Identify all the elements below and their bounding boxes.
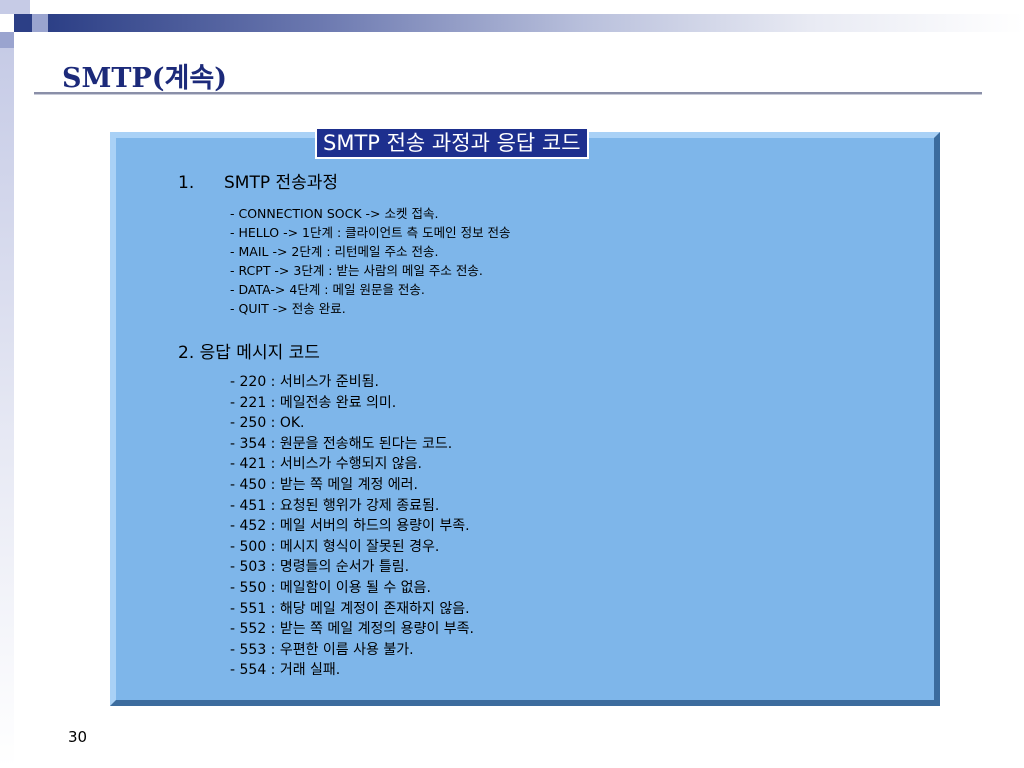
list-item: - 451 : 요청된 행위가 강제 종료됨. <box>230 497 440 514</box>
section2-heading: 2. 응답 메시지 코드 <box>178 343 320 363</box>
list-item: - CONNECTION SOCK -> 소켓 접속. <box>230 206 439 221</box>
panel-header: SMTP 전송 과정과 응답 코드 <box>315 127 589 159</box>
smtp-steps-list: - CONNECTION SOCK -> 소켓 접속. - HELLO -> 1… <box>230 204 511 318</box>
list-item: - 500 : 메시지 형식이 잘못된 경우. <box>230 538 440 555</box>
section1-number: 1. <box>178 173 195 193</box>
response-codes-list: - 220 : 서비스가 준비됨. - 221 : 메일전송 완료 의미. - … <box>230 372 474 681</box>
decor-square <box>32 0 48 14</box>
list-item: - 220 : 서비스가 준비됨. <box>230 374 379 390</box>
list-item: - 421 : 서비스가 수행되지 않음. <box>230 456 422 473</box>
section1-heading: 1. SMTP 전송과정 <box>178 168 338 193</box>
decor-square <box>32 14 48 32</box>
list-item: - 452 : 메일 서버의 하드의 용량이 부족. <box>230 518 470 535</box>
list-item: - 450 : 받는 쪽 메일 계정 에러. <box>230 476 419 493</box>
slide-title: SMTP(계속) <box>62 63 228 94</box>
list-item: - QUIT -> 전송 완료. <box>230 301 346 316</box>
list-item: - 552 : 받는 쪽 메일 계정의 용량이 부족. <box>230 621 474 638</box>
list-item: - 503 : 명령들의 순서가 틀림. <box>230 559 410 576</box>
list-item: - 550 : 메일함이 이용 될 수 없음. <box>230 579 431 596</box>
list-item: - RCPT -> 3단계 : 받는 사람의 메일 주소 전송. <box>230 263 483 278</box>
left-gradient-strip <box>0 48 14 768</box>
list-item: - MAIL -> 2단계 : 리턴메일 주소 전송. <box>230 244 439 259</box>
decor-square <box>0 0 30 14</box>
list-item: - 250 : OK. <box>230 415 305 432</box>
list-item: - 221 : 메일전송 완료 의미. <box>230 394 397 411</box>
list-item: - 354 : 원문을 전송해도 된다는 코드. <box>230 435 453 452</box>
decor-square <box>14 14 32 32</box>
list-item: - HELLO -> 1단계 : 클라이언트 측 도메인 정보 전송 <box>230 225 511 240</box>
list-item: - 553 : 우편한 이름 사용 불가. <box>230 641 414 658</box>
list-item: - 551 : 해당 메일 계정이 존재하지 않음. <box>230 600 470 617</box>
title-divider <box>34 92 982 95</box>
top-gradient-band <box>48 14 1024 32</box>
list-item: - 554 : 거래 실패. <box>230 662 341 679</box>
list-item: - DATA-> 4단계 : 메일 원문을 전송. <box>230 282 425 297</box>
page-number: 30 <box>68 728 88 746</box>
decor-square <box>0 32 14 48</box>
section1-title: SMTP 전송과정 <box>224 173 339 193</box>
